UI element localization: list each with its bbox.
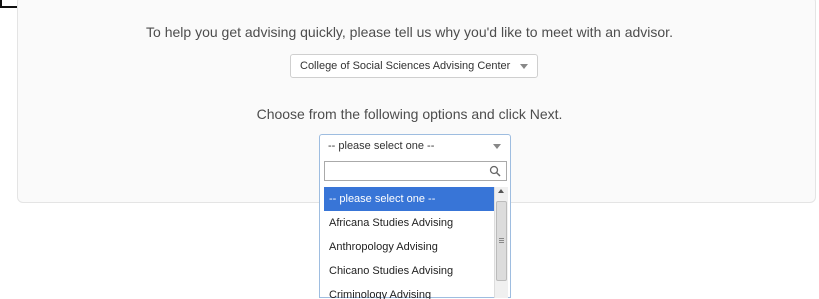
reason-select[interactable]: -- please select one -- [319, 134, 511, 158]
search-icon [489, 165, 501, 177]
scroll-up-arrow-icon[interactable] [498, 189, 504, 193]
reason-option[interactable]: Africana Studies Advising [324, 211, 494, 235]
options-scrollbar[interactable] [494, 187, 508, 298]
reason-option[interactable]: -- please select one -- [324, 187, 494, 211]
advising-center-select[interactable]: College of Social Sciences Advising Cent… [290, 54, 538, 78]
reason-search-input[interactable] [324, 161, 507, 181]
reason-options-list: -- please select one -- Africana Studies… [324, 187, 494, 299]
intro-text: To help you get advising quickly, please… [146, 24, 673, 40]
reason-option[interactable]: Anthropology Advising [324, 235, 494, 259]
advising-center-value: College of Social Sciences Advising Cent… [300, 60, 511, 72]
reason-select-value: -- please select one -- [328, 140, 435, 152]
reason-dropdown: -- please select one -- Africana Studies… [319, 157, 511, 299]
reason-option[interactable]: Chicano Studies Advising [324, 259, 494, 283]
instructions-text: Choose from the following options and cl… [256, 106, 563, 122]
chevron-down-icon [520, 63, 528, 69]
reason-option[interactable]: Criminology Advising [324, 283, 494, 299]
scroll-thumb[interactable] [496, 201, 507, 281]
chevron-down-icon [493, 143, 501, 149]
